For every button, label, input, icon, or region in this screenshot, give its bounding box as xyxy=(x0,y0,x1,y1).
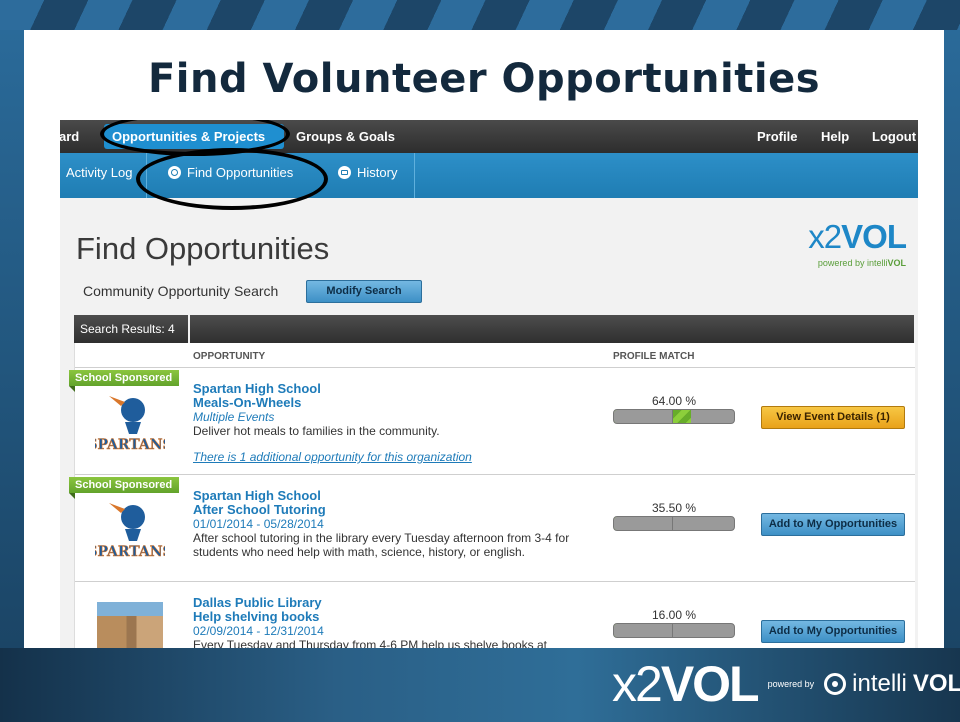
footer-intelli-vol: VOL xyxy=(912,670,960,697)
opportunity-description: After school tutoring in the library eve… xyxy=(193,531,570,559)
app-screenshot: ard Opportunities & Projects Groups & Go… xyxy=(60,120,918,648)
footer-x2vol-logo: x2VOL powered by intelli VOL xyxy=(612,656,960,712)
subnav-history[interactable]: History xyxy=(338,165,397,180)
slide-title: Find Volunteer Opportunities xyxy=(147,56,821,102)
opportunity-description: Every Tuesday and Thursday from 4-6 PM h… xyxy=(193,638,547,648)
subnav-activity-log-label: Activity Log xyxy=(66,165,133,180)
school-sponsored-ribbon: School Sponsored xyxy=(69,477,179,499)
modify-search-button[interactable]: Modify Search xyxy=(306,280,422,303)
opportunity-name[interactable]: After School Tutoring xyxy=(193,503,613,517)
profile-match: 35.50 % xyxy=(613,501,735,531)
history-icon xyxy=(338,166,351,179)
footer-intellivol: intelli VOL xyxy=(824,670,960,698)
match-percentage: 16.00 % xyxy=(651,608,697,622)
add-to-my-opportunities-button[interactable]: Add to My Opportunities xyxy=(761,513,905,536)
search-label: Community Opportunity Search xyxy=(83,283,279,299)
slide-right-border xyxy=(944,30,960,648)
table-row: Dallas Public Library Help shelving book… xyxy=(75,581,915,648)
slide-left-border xyxy=(0,30,24,648)
logo-vol: VOL xyxy=(841,218,907,255)
svg-text:SPARTANS: SPARTANS xyxy=(95,437,165,453)
search-results-count: Search Results: 4 xyxy=(74,315,190,343)
nav-item-groups-goals[interactable]: Groups & Goals xyxy=(296,129,395,144)
opportunity-events: Multiple Events xyxy=(193,410,275,424)
results-table: OPPORTUNITY PROFILE MATCH School Sponsor… xyxy=(69,343,915,648)
svg-text:SPARTANS: SPARTANS xyxy=(95,544,165,560)
match-bar-base xyxy=(614,517,673,530)
logo-intelli-vol: VOL xyxy=(887,258,906,268)
table-row: School Sponsored SPARTANS Spartan High S… xyxy=(69,367,915,475)
column-header-opportunity: OPPORTUNITY xyxy=(193,351,266,362)
opportunity-dates: 01/01/2014 - 05/28/2014 xyxy=(193,517,324,531)
results-bar: Search Results: 4 xyxy=(74,315,914,343)
match-bar xyxy=(613,623,735,638)
match-bar-base xyxy=(614,624,673,637)
view-event-details-button[interactable]: View Event Details (1) xyxy=(761,406,905,429)
spartans-logo: SPARTANS xyxy=(95,396,165,453)
opportunity-dates: 02/09/2014 - 12/31/2014 xyxy=(193,624,324,638)
profile-match: 64.00 % xyxy=(613,394,735,424)
organization-name[interactable]: Dallas Public Library xyxy=(193,596,613,610)
add-to-my-opportunities-button[interactable]: Add to My Opportunities xyxy=(761,620,905,643)
subnav-divider xyxy=(414,153,415,198)
footer-powered-by: powered by xyxy=(767,679,815,689)
additional-opportunity-link[interactable]: There is 1 additional opportunity for th… xyxy=(193,450,613,464)
opportunity-name[interactable]: Meals-On-Wheels xyxy=(193,396,613,410)
nav-item-dashboard[interactable]: ard xyxy=(60,129,79,144)
spartans-logo: SPARTANS xyxy=(95,503,165,560)
footer-logo-vol: VOL xyxy=(660,656,760,712)
opportunity-description: Deliver hot meals to families in the com… xyxy=(193,424,440,438)
logo-powered-by: powered by xyxy=(817,258,865,268)
match-bar xyxy=(613,516,735,531)
opportunity-details: Spartan High School Meals-On-Wheels Mult… xyxy=(193,382,613,465)
nav-item-logout[interactable]: Logout xyxy=(872,129,916,144)
slide-top-banner xyxy=(0,0,960,30)
match-percentage: 64.00 % xyxy=(651,394,697,408)
intellivol-ring-icon xyxy=(824,673,847,695)
opportunity-name[interactable]: Help shelving books xyxy=(193,610,613,624)
footer-logo-x2: x2 xyxy=(612,656,663,712)
footer-intelli: intelli xyxy=(852,670,907,697)
annotation-ellipse xyxy=(136,148,328,210)
profile-match: 16.00 % xyxy=(613,608,735,638)
logo-intelli: intelli xyxy=(866,258,888,268)
opportunity-details: Dallas Public Library Help shelving book… xyxy=(193,596,613,649)
match-percentage: 35.50 % xyxy=(651,501,697,515)
nav-item-profile[interactable]: Profile xyxy=(757,129,797,144)
main-content: Find Opportunities x2VOL powered by inte… xyxy=(60,198,918,648)
match-bar-base xyxy=(614,410,673,423)
opportunity-details: Spartan High School After School Tutorin… xyxy=(193,489,613,560)
school-sponsored-ribbon: School Sponsored xyxy=(69,370,179,392)
library-building-photo xyxy=(97,602,163,648)
page-title: Find Opportunities xyxy=(76,231,330,266)
x2vol-logo: x2VOL powered by intelliVOL xyxy=(788,218,907,270)
nav-item-help[interactable]: Help xyxy=(821,129,849,144)
column-header-profile-match: PROFILE MATCH xyxy=(613,351,695,362)
match-bar xyxy=(613,409,735,424)
organization-name[interactable]: Spartan High School xyxy=(193,382,613,396)
subnav-history-label: History xyxy=(357,165,398,180)
table-row: School Sponsored SPARTANS Spartan High S… xyxy=(69,474,915,582)
organization-name[interactable]: Spartan High School xyxy=(193,489,613,503)
subnav-activity-log[interactable]: Activity Log xyxy=(66,165,132,180)
logo-x2: x2 xyxy=(808,218,842,255)
